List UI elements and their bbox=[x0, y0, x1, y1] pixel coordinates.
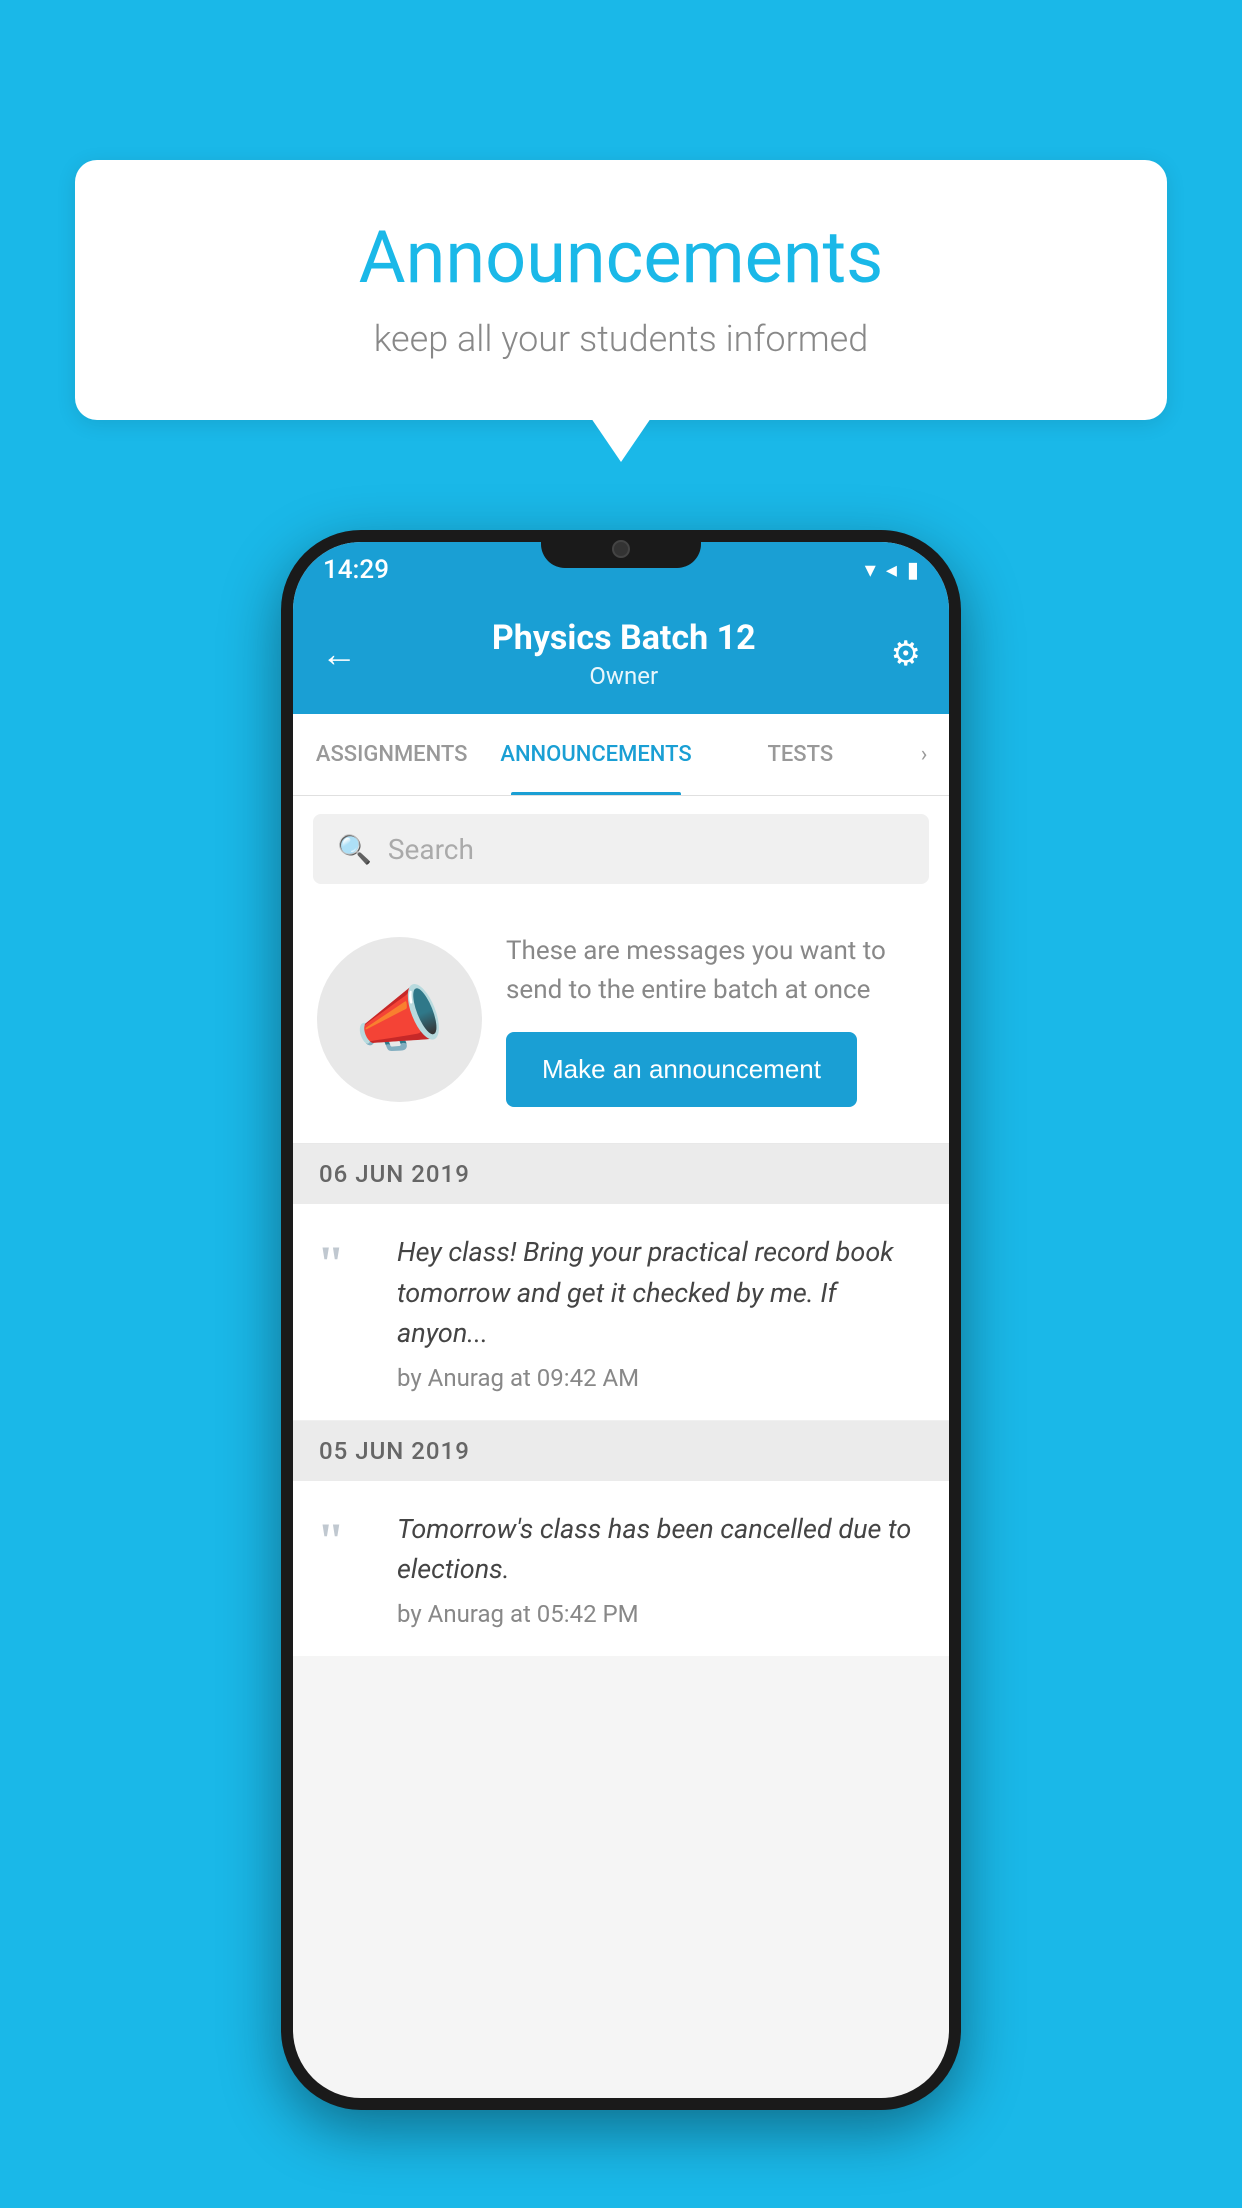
announcement-meta-2: by Anurag at 05:42 PM bbox=[397, 1600, 925, 1628]
announcement-text-2: Tomorrow's class has been cancelled due … bbox=[397, 1509, 925, 1590]
speech-bubble: Announcements keep all your students inf… bbox=[75, 160, 1167, 420]
signal-icon: ◂ bbox=[886, 558, 897, 583]
promo-description: These are messages you want to send to t… bbox=[506, 932, 925, 1010]
announcement-promo-card: 📣 These are messages you want to send to… bbox=[293, 902, 949, 1144]
front-camera bbox=[612, 540, 630, 558]
back-button[interactable]: ← bbox=[321, 633, 357, 675]
tab-more[interactable]: › bbox=[899, 742, 949, 767]
announcement-content-2: Tomorrow's class has been cancelled due … bbox=[397, 1509, 925, 1628]
announcement-content-1: Hey class! Bring your practical record b… bbox=[397, 1232, 925, 1392]
settings-icon[interactable]: ⚙ bbox=[891, 634, 921, 674]
speech-bubble-subtitle: keep all your students informed bbox=[135, 318, 1107, 360]
search-bar[interactable]: 🔍 Search bbox=[313, 814, 929, 884]
search-icon: 🔍 bbox=[337, 833, 372, 866]
app-header: ← Physics Batch 12 Owner ⚙ bbox=[293, 594, 949, 714]
megaphone-icon: 📣 bbox=[355, 977, 445, 1062]
date-separator-2: 05 JUN 2019 bbox=[293, 1421, 949, 1481]
tab-assignments[interactable]: ASSIGNMENTS bbox=[293, 714, 490, 795]
speech-bubble-section: Announcements keep all your students inf… bbox=[75, 160, 1167, 420]
promo-icon-circle: 📣 bbox=[317, 937, 482, 1102]
quote-icon-1: " bbox=[317, 1238, 377, 1288]
phone-screen: 14:29 ▾ ◂ ▮ ← Physics Batch 12 Owner ⚙ bbox=[293, 542, 949, 2098]
phone-outer: 14:29 ▾ ◂ ▮ ← Physics Batch 12 Owner ⚙ bbox=[281, 530, 961, 2110]
status-time: 14:29 bbox=[323, 555, 389, 585]
tab-announcements[interactable]: ANNOUNCEMENTS bbox=[490, 714, 701, 795]
header-subtitle: Owner bbox=[492, 662, 756, 690]
make-announcement-button[interactable]: Make an announcement bbox=[506, 1032, 857, 1107]
wifi-icon: ▾ bbox=[865, 558, 876, 583]
speech-bubble-title: Announcements bbox=[135, 215, 1107, 300]
promo-content: These are messages you want to send to t… bbox=[506, 932, 925, 1107]
date-separator-1: 06 JUN 2019 bbox=[293, 1144, 949, 1204]
phone-mockup: 14:29 ▾ ◂ ▮ ← Physics Batch 12 Owner ⚙ bbox=[281, 530, 961, 2110]
header-title: Physics Batch 12 bbox=[492, 618, 756, 658]
announcement-text-1: Hey class! Bring your practical record b… bbox=[397, 1232, 925, 1354]
status-icons: ▾ ◂ ▮ bbox=[865, 558, 919, 583]
header-title-group: Physics Batch 12 Owner bbox=[492, 618, 756, 690]
announcement-meta-1: by Anurag at 09:42 AM bbox=[397, 1364, 925, 1392]
announcement-item-2[interactable]: " Tomorrow's class has been cancelled du… bbox=[293, 1481, 949, 1656]
tabs-container: ASSIGNMENTS ANNOUNCEMENTS TESTS › bbox=[293, 714, 949, 796]
search-container: 🔍 Search bbox=[293, 796, 949, 902]
announcement-item-1[interactable]: " Hey class! Bring your practical record… bbox=[293, 1204, 949, 1421]
phone-notch bbox=[541, 530, 701, 568]
battery-icon: ▮ bbox=[907, 558, 919, 583]
tab-tests[interactable]: TESTS bbox=[702, 714, 899, 795]
search-placeholder-text: Search bbox=[388, 833, 474, 866]
quote-icon-2: " bbox=[317, 1515, 377, 1565]
